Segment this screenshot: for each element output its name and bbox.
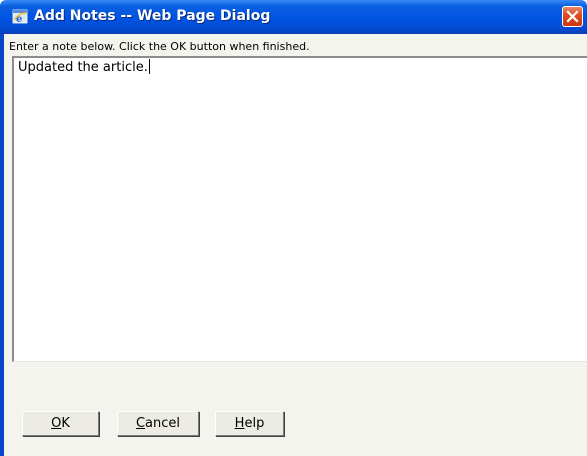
close-icon bbox=[566, 10, 579, 23]
internet-explorer-icon: e bbox=[12, 9, 28, 25]
title-bar[interactable]: e Add Notes -- Web Page Dialog bbox=[0, 0, 587, 34]
close-button[interactable] bbox=[562, 6, 583, 27]
instructions-label: Enter a note below. Click the OK button … bbox=[9, 40, 310, 53]
text-caret bbox=[148, 59, 150, 74]
window-title: Add Notes -- Web Page Dialog bbox=[34, 8, 271, 24]
note-textarea[interactable]: Updated the article. bbox=[12, 56, 587, 362]
ok-button-label: OK bbox=[51, 416, 70, 431]
help-button-label: Help bbox=[234, 416, 265, 431]
cancel-button[interactable]: Cancel bbox=[117, 411, 199, 436]
note-text: Updated the article. bbox=[18, 60, 148, 75]
ok-button[interactable]: OK bbox=[22, 411, 99, 436]
cancel-button-label: Cancel bbox=[135, 416, 181, 431]
help-button[interactable]: Help bbox=[215, 411, 284, 436]
